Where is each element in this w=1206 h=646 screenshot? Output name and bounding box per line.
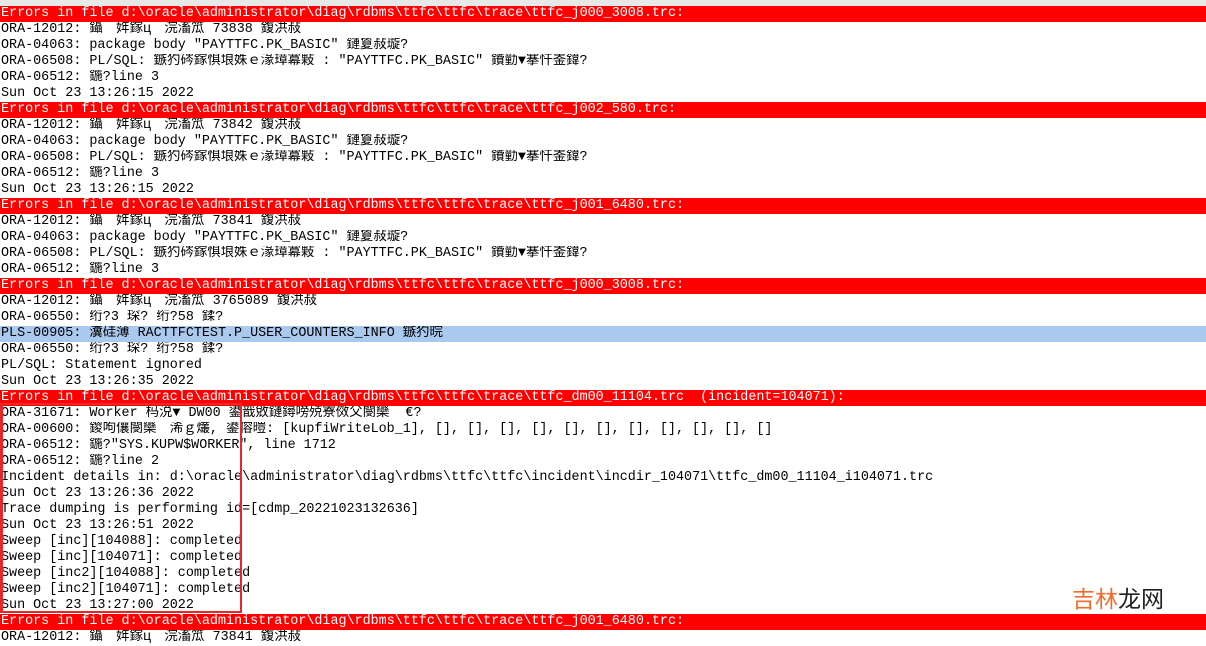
log-line[interactable]: ORA-06512: 鍦?line 2: [0, 454, 1206, 470]
log-line[interactable]: ORA-06512: 鍦?"SYS.KUPW$WORKER", line 171…: [0, 438, 1206, 454]
highlighted-log-line[interactable]: PLS-00905: 瀵硅薄 RACTTFCTEST.P_USER_COUNTE…: [0, 326, 1206, 342]
error-file-header-line[interactable]: Errors in file d:\oracle\administrator\d…: [0, 102, 1206, 118]
log-line[interactable]: ORA-06508: PL/SQL: 鏃犳硶鎵惧埌姝ｅ湪璋冪敤 : "PAYTT…: [0, 246, 1206, 262]
log-line[interactable]: Sweep [inc][104071]: completed: [0, 550, 1206, 566]
log-line[interactable]: Sweep [inc2][104088]: completed: [0, 566, 1206, 582]
log-line[interactable]: Incident details in: d:\oracle\administr…: [0, 470, 1206, 486]
log-line[interactable]: ORA-06512: 鍦?line 3: [0, 70, 1206, 86]
log-line[interactable]: ORA-12012: 鑷 姩鎵ц 浣滀笟 73841 鍑洪敊: [0, 214, 1206, 230]
log-line[interactable]: PL/SQL: Statement ignored: [0, 358, 1206, 374]
error-file-header-line[interactable]: Errors in file d:\oracle\administrator\d…: [0, 278, 1206, 294]
error-file-header-line[interactable]: Errors in file d:\oracle\administrator\d…: [0, 390, 1206, 406]
log-line[interactable]: ORA-12012: 鑷 姩鎵ц 浣滀笟 73841 鍑洪敊: [0, 630, 1206, 646]
log-line[interactable]: ORA-06508: PL/SQL: 鏃犳硶鎵惧埌姝ｅ湪璋冪敤 : "PAYTT…: [0, 150, 1206, 166]
error-file-header-line[interactable]: Errors in file d:\oracle\administrator\d…: [0, 198, 1206, 214]
log-line[interactable]: Sun Oct 23 13:26:15 2022: [0, 86, 1206, 102]
log-line[interactable]: ORA-06512: 鍦?line 3: [0, 262, 1206, 278]
error-file-header-line[interactable]: Errors in file d:\oracle\administrator\d…: [0, 614, 1206, 630]
log-line[interactable]: Sun Oct 23 13:26:15 2022: [0, 182, 1206, 198]
log-line[interactable]: ORA-00600: 鍐呴儴閿欒 浠ｇ爜, 鍙傛暟: [kupfiWriteLo…: [0, 422, 1206, 438]
log-line[interactable]: Sweep [inc][104088]: completed: [0, 534, 1206, 550]
log-line[interactable]: Sun Oct 23 13:26:51 2022: [0, 518, 1206, 534]
alert-log-text[interactable]: Errors in file d:\oracle\administrator\d…: [0, 6, 1206, 646]
log-line[interactable]: ORA-12012: 鑷 姩鎵ц 浣滀笟 73842 鍑洪敊: [0, 118, 1206, 134]
log-line[interactable]: Sun Oct 23 13:26:35 2022: [0, 374, 1206, 390]
log-line[interactable]: ORA-06508: PL/SQL: 鏃犳硶鎵惧埌姝ｅ湪璋冪敤 : "PAYTT…: [0, 54, 1206, 70]
log-line[interactable]: Sweep [inc2][104071]: completed: [0, 582, 1206, 598]
log-line[interactable]: ORA-04063: package body "PAYTTFC.PK_BASI…: [0, 230, 1206, 246]
log-line[interactable]: Sun Oct 23 13:26:36 2022: [0, 486, 1206, 502]
log-line[interactable]: ORA-12012: 鑷 姩鎵ц 浣滀笟 73838 鍑洪敊: [0, 22, 1206, 38]
log-line[interactable]: ORA-31671: Worker 杩涚▼ DW00 鍙戠敓鏈鐞嗙殑寮傚父閿欒 …: [0, 406, 1206, 422]
watermark-logo: 吉林龙网: [1072, 586, 1164, 614]
log-line[interactable]: Sun Oct 23 13:27:00 2022: [0, 598, 1206, 614]
log-line[interactable]: ORA-12012: 鑷 姩鎵ц 浣滀笟 3765089 鍑洪敊: [0, 294, 1206, 310]
log-line[interactable]: ORA-06550: 绗?3 琛? 绗?58 鍒?: [0, 310, 1206, 326]
watermark-text-part1: 吉林: [1072, 587, 1118, 613]
watermark-text-part2: 龙网: [1118, 587, 1164, 613]
log-line[interactable]: ORA-04063: package body "PAYTTFC.PK_BASI…: [0, 134, 1206, 150]
log-line[interactable]: Trace dumping is performing id=[cdmp_202…: [0, 502, 1206, 518]
log-line[interactable]: ORA-04063: package body "PAYTTFC.PK_BASI…: [0, 38, 1206, 54]
log-line[interactable]: ORA-06512: 鍦?line 3: [0, 166, 1206, 182]
log-line[interactable]: ORA-06550: 绗?3 琛? 绗?58 鍒?: [0, 342, 1206, 358]
error-file-header-line[interactable]: Errors in file d:\oracle\administrator\d…: [0, 6, 1206, 22]
